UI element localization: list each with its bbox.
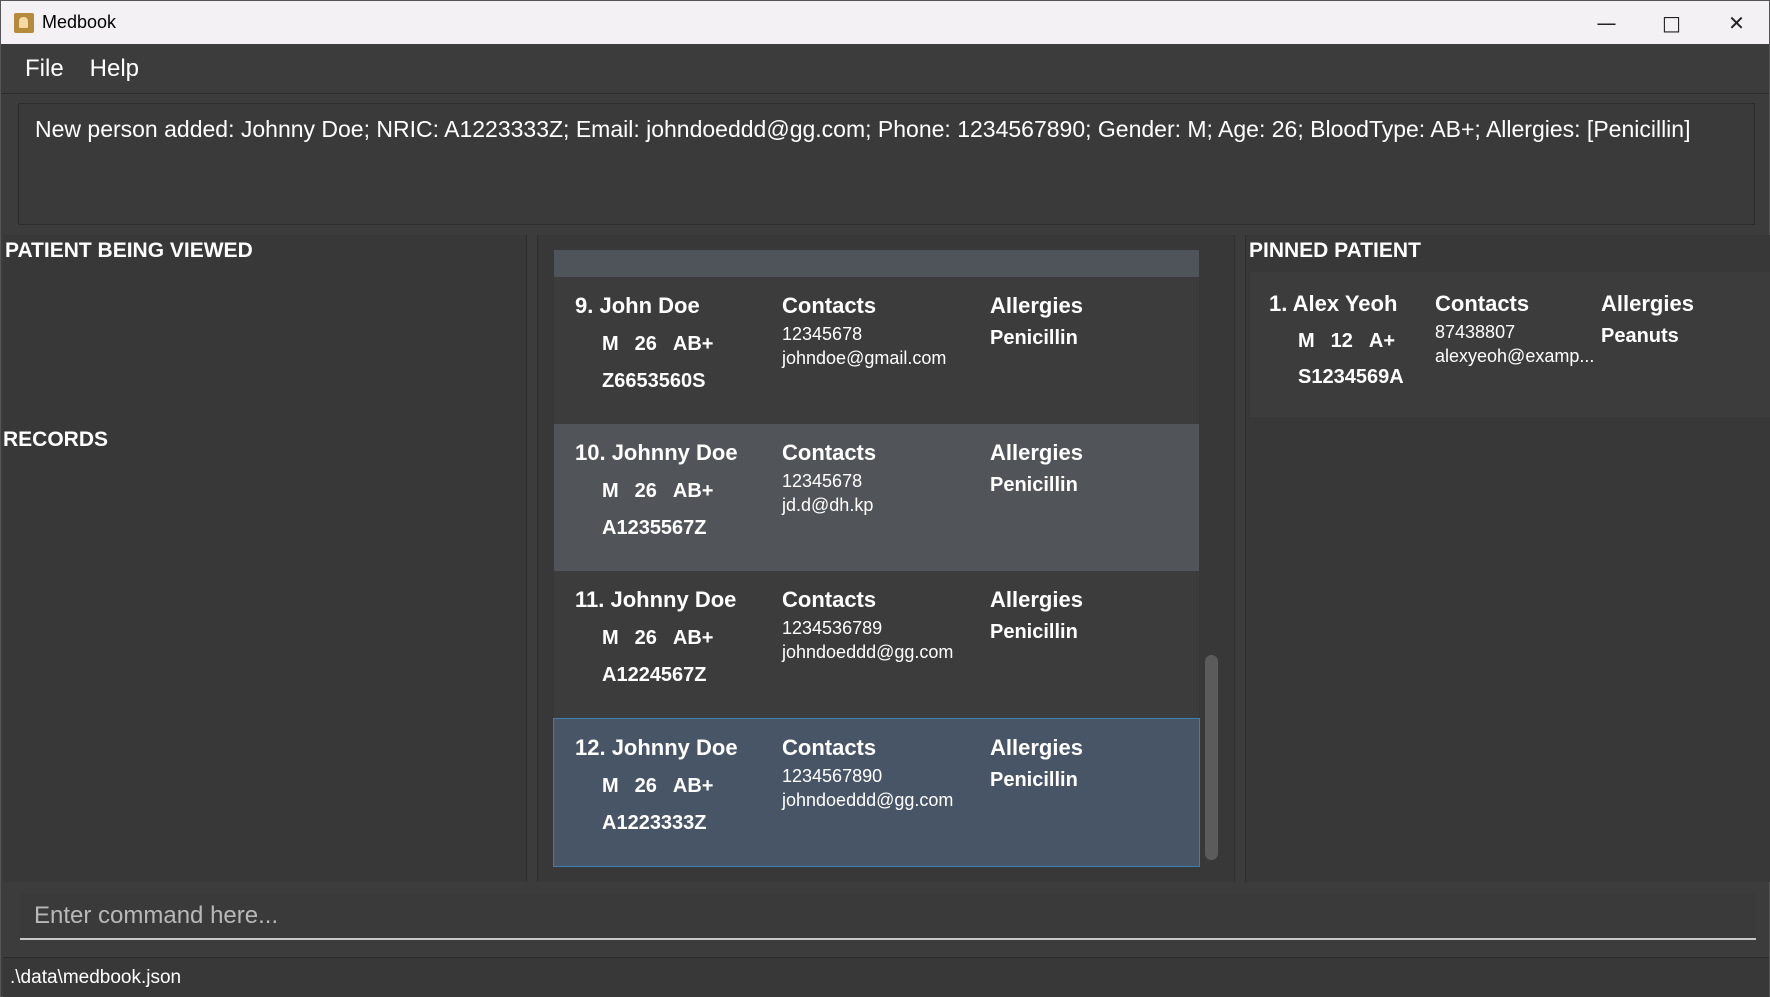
patient-phone: 12345678 (782, 324, 863, 344)
patient-nric: A1224567Z (602, 664, 707, 686)
blood-type-tag: AB+ (672, 775, 714, 797)
patient-name: 9. John Doe (575, 293, 700, 318)
patient-phone: 12345678 (782, 471, 863, 491)
patient-nric: S1234569A (1298, 366, 1404, 388)
patient-email: jd.d@dh.kp (782, 495, 874, 515)
allergies-label: Allergies (990, 735, 1083, 760)
patient-nric: A1223333Z (602, 812, 707, 834)
patient-nric: A1235567Z (602, 517, 707, 539)
menu-file[interactable]: File (25, 55, 64, 83)
gender-tag: M (602, 333, 619, 355)
app-icon (14, 12, 34, 33)
contacts-label: Contacts (782, 735, 877, 760)
age-tag: 26 (634, 333, 657, 355)
close-button[interactable]: ✕ (1704, 1, 1769, 44)
patient-email: johndoeddd@gg.com (782, 642, 954, 662)
patient-card[interactable]: 11. Johnny Doe M 26 AB+ A1224567Z Contac… (554, 571, 1199, 718)
blood-type-tag: AB+ (672, 480, 714, 502)
patient-allergy: Penicillin (990, 474, 1078, 496)
result-display[interactable]: New person added: Johnny Doe; NRIC: A122… (18, 103, 1755, 225)
window-controls: — □ ✕ (1574, 1, 1769, 44)
allergies-label: Allergies (990, 293, 1083, 318)
patient-allergy: Peanuts (1601, 325, 1679, 347)
patient-tags: M 12 A+ (1298, 330, 1395, 353)
patient-card[interactable]: 9. John Doe M 26 AB+ Z6653560S Contacts … (554, 277, 1199, 424)
pinned-panel: PINNED PATIENT 1. Alex Yeoh M 12 A+ S123… (1245, 235, 1770, 882)
age-tag: 26 (634, 775, 657, 797)
menu-help[interactable]: Help (90, 55, 139, 83)
patient-tags: M 26 AB+ (602, 480, 714, 503)
allergies-label: Allergies (990, 440, 1083, 465)
command-area (3, 882, 1769, 955)
menu-bar: File Help (1, 44, 1769, 94)
gender-tag: M (1298, 330, 1315, 352)
command-input[interactable] (20, 894, 1756, 940)
patient-email: johndoe@gmail.com (782, 348, 947, 368)
patient-name: 12. Johnny Doe (575, 735, 738, 760)
close-icon: ✕ (1728, 10, 1745, 35)
contacts-label: Contacts (1435, 291, 1530, 316)
blood-type-tag: AB+ (672, 333, 714, 355)
minimize-icon: — (1596, 10, 1617, 35)
patient-allergy: Penicillin (990, 621, 1078, 643)
result-text: New person added: Johnny Doe; NRIC: A122… (35, 116, 1691, 142)
age-tag: 26 (634, 627, 657, 649)
gender-tag: M (602, 775, 619, 797)
window-title: Medbook (42, 12, 117, 32)
patient-email: alexyeoh@examp... (1435, 346, 1595, 366)
patient-name: 10. Johnny Doe (575, 440, 738, 465)
blood-type-tag: AB+ (672, 627, 714, 649)
patient-card-selected[interactable]: 12. Johnny Doe M 26 AB+ A1223333Z Contac… (553, 718, 1200, 867)
contacts-label: Contacts (782, 587, 877, 612)
patient-nric: Z6653560S (602, 370, 706, 392)
patient-phone: 1234536789 (782, 618, 883, 638)
partial-list-item[interactable] (554, 250, 1199, 277)
left-panel: PATIENT BEING VIEWED RECORDS (3, 235, 527, 882)
gender-tag: M (602, 627, 619, 649)
app-window: Medbook — □ ✕ File Help New person added… (0, 0, 1770, 997)
age-tag: 26 (634, 480, 657, 502)
age-tag: 12 (1330, 330, 1353, 352)
title-bar: Medbook — □ ✕ (1, 1, 1769, 44)
contacts-label: Contacts (782, 440, 877, 465)
maximize-icon: □ (1662, 10, 1681, 35)
patient-list[interactable]: 9. John Doe M 26 AB+ Z6653560S Contacts … (537, 235, 1235, 882)
patient-tags: M 26 AB+ (602, 775, 714, 798)
patient-being-viewed-heading: PATIENT BEING VIEWED (5, 239, 253, 262)
blood-type-tag: A+ (1368, 330, 1396, 352)
contacts-label: Contacts (782, 293, 877, 318)
data-file-path: .\data\medbook.json (10, 967, 182, 988)
patient-tags: M 26 AB+ (602, 333, 714, 356)
minimize-button[interactable]: — (1574, 1, 1639, 44)
patient-name: 1. Alex Yeoh (1269, 291, 1398, 316)
patient-tags: M 26 AB+ (602, 627, 714, 650)
allergies-label: Allergies (1601, 291, 1694, 316)
patient-email: johndoeddd@gg.com (782, 790, 954, 810)
patient-name: 11. Johnny Doe (575, 587, 737, 612)
allergies-label: Allergies (990, 587, 1083, 612)
status-bar: .\data\medbook.json (3, 957, 1769, 997)
maximize-button[interactable]: □ (1639, 1, 1704, 44)
records-heading: RECORDS (3, 428, 109, 451)
patient-phone: 87438807 (1435, 322, 1516, 342)
patient-allergy: Penicillin (990, 327, 1078, 349)
pinned-patient-card[interactable]: 1. Alex Yeoh M 12 A+ S1234569A Contacts … (1250, 272, 1770, 417)
pinned-patient-heading: PINNED PATIENT (1249, 239, 1421, 262)
patient-phone: 1234567890 (782, 766, 883, 786)
list-scrollbar-thumb[interactable] (1205, 655, 1218, 860)
patient-allergy: Penicillin (990, 769, 1078, 791)
gender-tag: M (602, 480, 619, 502)
patient-card[interactable]: 10. Johnny Doe M 26 AB+ A1235567Z Contac… (554, 424, 1199, 571)
